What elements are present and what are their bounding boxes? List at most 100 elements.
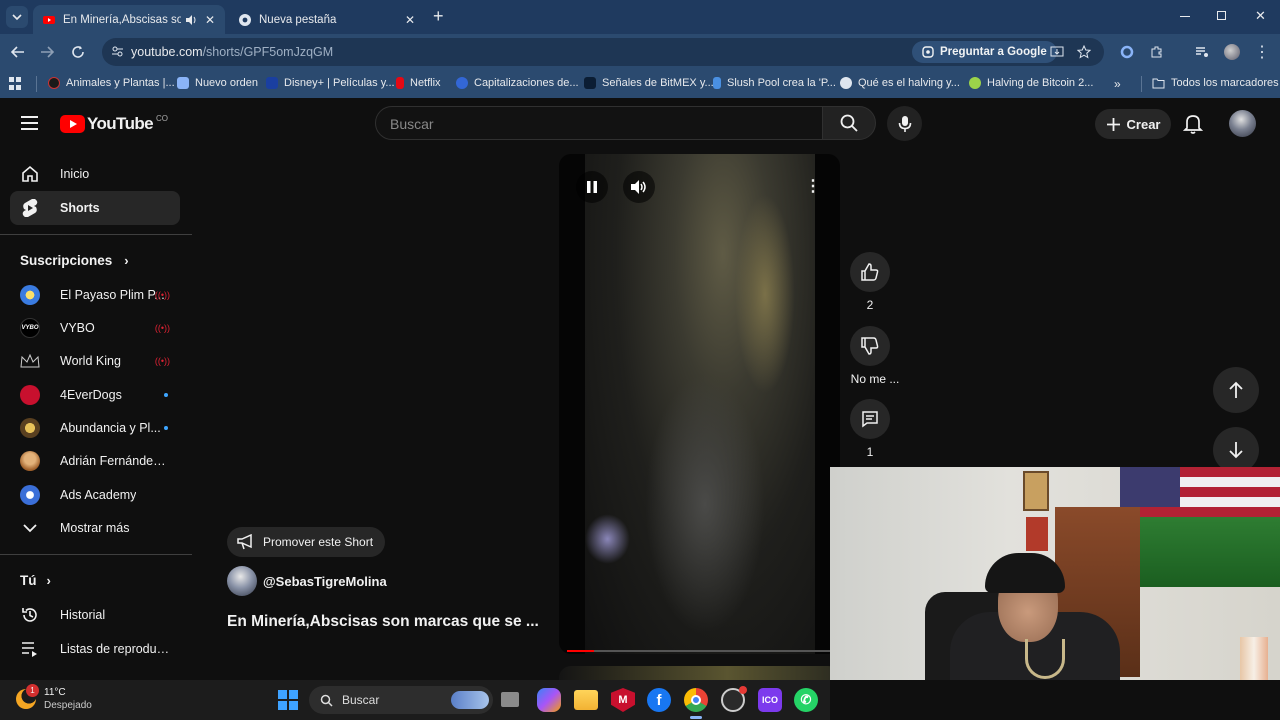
create-button[interactable]: Crear [1095,109,1171,139]
speaker-icon[interactable] [185,14,197,26]
facebook-icon[interactable]: f [647,688,671,712]
webcam-flag-canton [1120,467,1180,507]
sidebar-item-subscription[interactable]: Adrián Fernández - ... [10,444,180,478]
weather-temperature: 11°C [44,687,66,698]
dislike-label: No me ... [850,372,900,386]
sidebar-item-label: Adrián Fernández - ... [60,454,170,468]
sidebar-item-label: Ads Academy [60,488,137,502]
copilot-icon[interactable] [537,688,561,712]
sidebar-item-shorts[interactable]: Shorts [10,191,180,225]
you-header[interactable]: Tú › [20,573,51,588]
volume-button[interactable] [623,171,655,203]
file-explorer-icon[interactable] [574,690,598,710]
bookmark-item[interactable]: Nuevo orden [177,77,258,89]
tab-search-menu-button[interactable] [6,6,28,28]
bookmark-item[interactable]: Netflix [396,77,441,89]
bookmark-item[interactable]: Disney+ | Películas y... [266,77,395,89]
create-label: Crear [1126,116,1161,132]
notifications-button[interactable] [1182,113,1204,140]
bookmark-item[interactable]: Qué es el halving y... [840,77,960,89]
thumbs-down-icon [861,337,879,355]
sidebar-item-subscription[interactable]: 4EverDogs [10,378,180,412]
dislike-button[interactable] [850,326,890,366]
sidebar-item-home[interactable]: Inicio [10,157,180,191]
show-more-button[interactable]: Mostrar más [10,511,180,545]
forward-button[interactable] [35,40,59,64]
weather-widget[interactable]: 1 11°C Despejado [16,684,92,712]
sidebar-item-subscription[interactable]: El Payaso Plim P... ((•)) [10,278,180,312]
sidebar-item-subscription[interactable]: VYBO VYBO ((•)) [10,311,180,345]
close-tab-icon[interactable]: ✕ [405,13,415,27]
sidebar-item-subscription[interactable]: Abundancia y Pl... [10,411,180,445]
back-button[interactable] [6,40,30,64]
purple-app-icon[interactable]: ICO [758,688,782,712]
search-placeholder: Buscar [390,116,434,132]
subscriptions-header[interactable]: Suscripciones › [20,253,129,268]
folder-icon [1152,78,1165,88]
more-options-icon[interactable]: ⋮ [805,176,821,196]
new-tab-button[interactable]: + [433,7,444,25]
short-channel[interactable]: @SebasTigreMolina [227,566,387,596]
ask-google-button[interactable]: Preguntar a Google [912,41,1057,63]
bell-icon [1182,115,1204,134]
windows-start-icon[interactable] [276,688,300,712]
promote-short-button[interactable]: Promover este Short [227,527,386,557]
more-bookmarks-button[interactable]: » [1114,77,1121,91]
search-button[interactable] [822,106,876,140]
sidebar-item-history[interactable]: Historial [10,598,180,632]
channel-avatar[interactable] [227,566,257,596]
sidebar-item-subscription[interactable]: World King ((•)) [10,344,180,378]
chrome-icon[interactable] [684,688,708,712]
chrome-menu-icon[interactable]: ⋮ [1250,40,1274,64]
bookmark-item[interactable]: Animales y Plantas |... [48,77,175,89]
task-view-icon[interactable] [501,692,519,707]
video-progress-bar[interactable] [567,650,832,652]
whatsapp-icon[interactable]: ✆ [794,688,818,712]
reload-button[interactable] [66,40,90,64]
sidebar-item-label: Historial [60,608,106,622]
live-indicator-icon: ((•)) [154,290,170,300]
obs-icon[interactable] [721,686,747,712]
extension-circle-icon[interactable] [1115,40,1139,64]
bookmark-item[interactable]: Capitalizaciones de... [456,77,579,89]
previous-short-button[interactable] [1213,367,1259,413]
pause-button[interactable] [576,171,608,203]
bookmark-item[interactable]: Halving de Bitcoin 2... [969,77,1093,89]
sidebar-item-label: Listas de reproducc... [60,642,170,656]
youtube-logo[interactable]: YouTube CO [60,114,168,134]
search-icon [320,694,333,707]
extensions-icon[interactable] [1145,40,1169,64]
bookmark-star-icon[interactable] [1077,45,1091,59]
restore-icon[interactable] [1217,11,1226,20]
tab-youtube-short[interactable]: En Minería,Abscisas son ma ✕ [33,5,225,34]
hamburger-menu-icon[interactable] [21,116,38,130]
address-bar[interactable]: youtube.com/shorts/GPF5omJzqGM Preguntar… [102,38,1104,66]
bookmark-item[interactable]: Señales de BitMEX y... [584,77,714,89]
close-tab-icon[interactable]: ✕ [205,13,215,27]
site-info-icon[interactable] [111,45,124,58]
mcafee-icon[interactable]: M [611,688,635,712]
voice-search-button[interactable] [887,106,922,141]
short-video-player[interactable]: ⋮ [559,154,840,654]
comments-button[interactable] [850,399,890,439]
bookmark-label: Disney+ | Películas y... [284,77,395,89]
tab-new-tab[interactable]: Nueva pestaña ✕ [229,5,425,34]
media-control-icon[interactable] [1190,40,1214,64]
profile-avatar[interactable] [1220,40,1244,64]
all-bookmarks-button[interactable]: Todos los marcadores [1152,77,1279,89]
bookmark-item[interactable]: Slush Pool crea la 'P... [713,77,836,89]
sidebar-item-subscription[interactable]: Ads Academy [10,478,180,512]
channel-handle[interactable]: @SebasTigreMolina [263,574,387,589]
account-avatar[interactable] [1229,110,1256,137]
webcam-overlay [830,467,1280,680]
bookmark-label: Capitalizaciones de... [474,77,579,89]
like-button[interactable] [850,252,890,292]
sidebar-item-playlists[interactable]: Listas de reproducc... [10,632,180,666]
apps-grid-icon[interactable] [9,77,22,90]
taskbar-search[interactable]: Buscar [309,686,493,714]
close-window-icon[interactable]: ✕ [1255,8,1266,24]
minimize-icon[interactable] [1180,16,1190,17]
install-app-icon[interactable] [1050,45,1064,59]
search-input[interactable]: Buscar [375,106,823,140]
next-short-preview [559,666,840,680]
